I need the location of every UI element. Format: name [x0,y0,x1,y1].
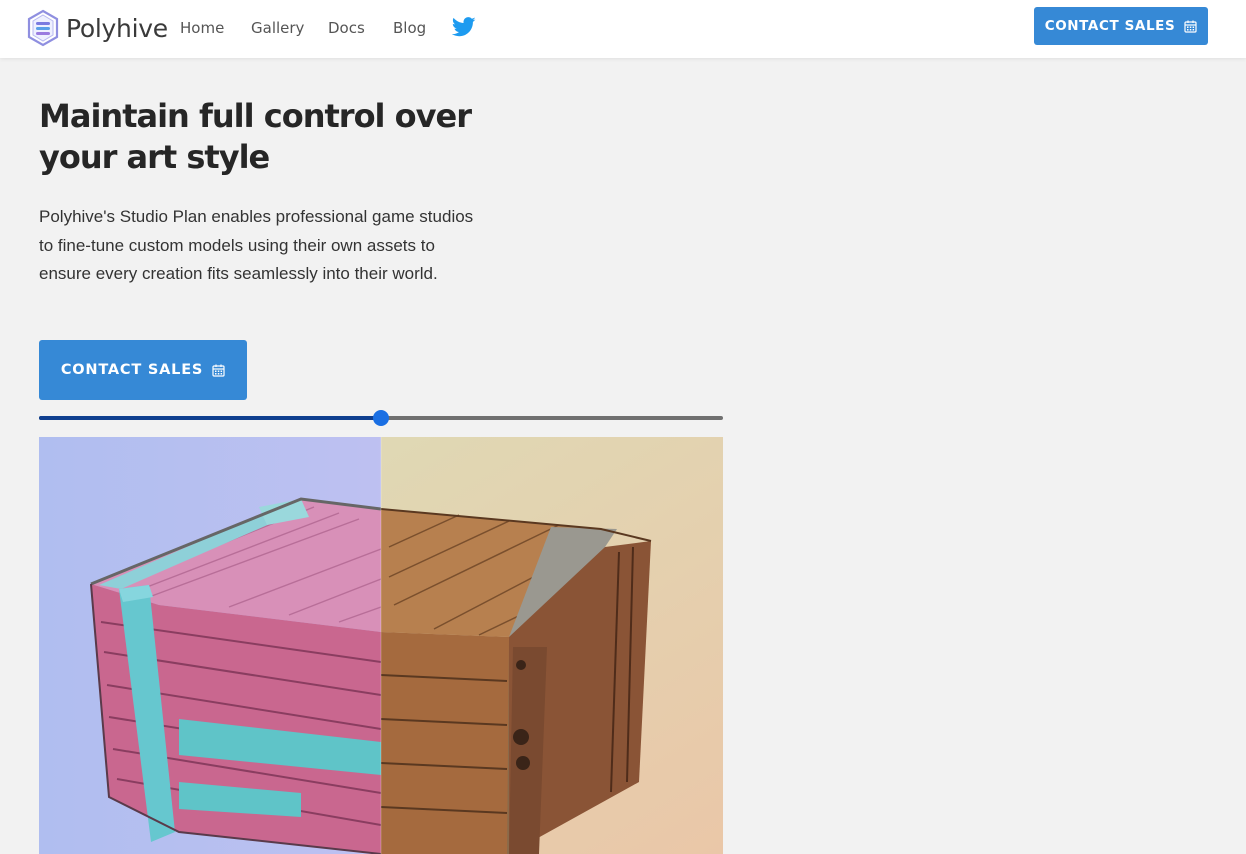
hero-contact-sales-button[interactable]: CONTACT SALES [39,340,247,400]
slider-thumb[interactable] [373,410,389,426]
nav-link-docs[interactable]: Docs [328,19,365,37]
comparison-slider[interactable] [39,409,723,427]
nav-link-gallery[interactable]: Gallery [251,19,304,37]
calendar-icon [212,364,225,377]
nav-contact-sales-button[interactable]: CONTACT SALES [1034,7,1208,45]
slider-fill [39,416,381,420]
hero-title: Maintain full control over your art styl… [39,97,472,176]
brand-link[interactable]: Polyhive [26,9,168,47]
brand-name: Polyhive [66,13,168,43]
polyhive-logo-icon [27,9,59,47]
nav-link-home[interactable]: Home [180,19,224,37]
twitter-icon[interactable] [452,16,476,38]
nav-link-blog[interactable]: Blog [393,19,426,37]
before-after-comparison[interactable] [39,437,723,854]
top-navbar: Polyhive Home Gallery Docs Blog CONTACT … [0,0,1246,58]
nav-contact-sales-label: CONTACT SALES [1044,18,1176,34]
hero-description: Polyhive's Studio Plan enables professio… [39,207,474,283]
calendar-icon [1184,20,1197,33]
hero-contact-sales-label: CONTACT SALES [60,362,204,378]
